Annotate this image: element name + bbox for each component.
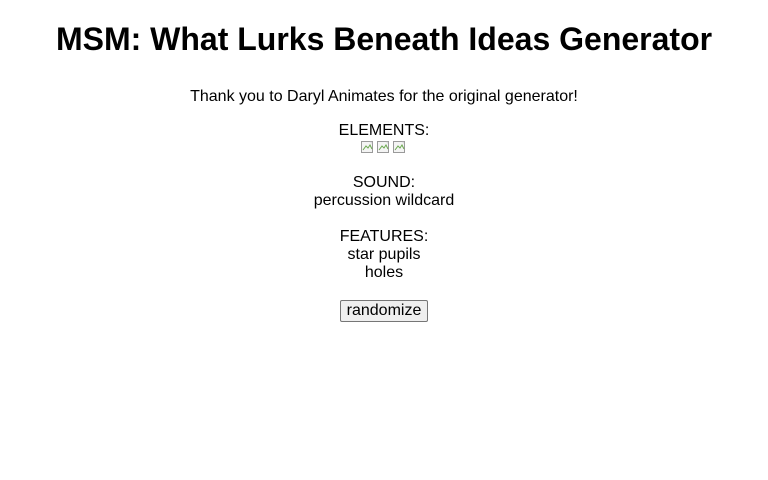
- broken-image-icon: [376, 140, 392, 154]
- credits-text: Thank you to Daryl Animates for the orig…: [190, 88, 578, 105]
- randomize-wrap: randomize: [0, 300, 768, 322]
- feature-item: star pupils: [347, 246, 421, 263]
- sound-section: SOUND: percussion wildcard: [0, 174, 768, 210]
- sound-value: percussion wildcard: [313, 192, 455, 209]
- broken-image-icon: [392, 140, 408, 154]
- randomize-button[interactable]: randomize: [339, 300, 429, 322]
- element-icons: [0, 140, 768, 154]
- sound-label: SOUND:: [352, 174, 416, 191]
- features-section: FEATURES: star pupils holes: [0, 228, 768, 282]
- elements-label: ELEMENTS:: [338, 122, 430, 139]
- features-label: FEATURES:: [339, 228, 429, 245]
- feature-item: holes: [364, 264, 404, 281]
- page-title: MSM: What Lurks Beneath Ideas Generator: [55, 21, 713, 57]
- elements-section: ELEMENTS:: [0, 122, 768, 154]
- broken-image-icon: [360, 140, 376, 154]
- page: MSM: What Lurks Beneath Ideas Generator …: [0, 0, 768, 480]
